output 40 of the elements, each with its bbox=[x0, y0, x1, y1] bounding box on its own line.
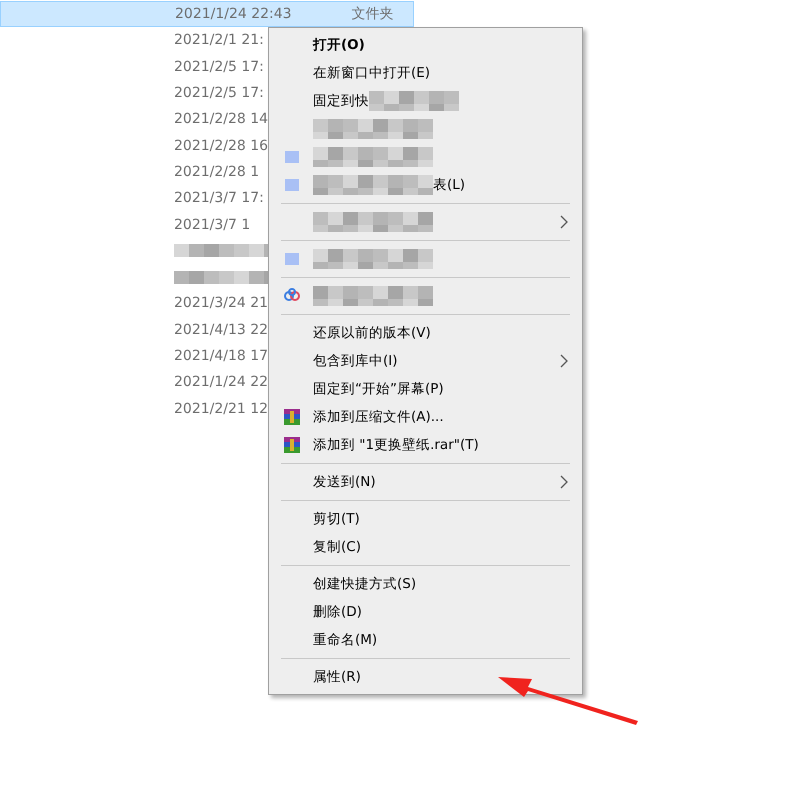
date-modified: 2021/4/13 22 bbox=[174, 322, 268, 338]
square-icon bbox=[283, 176, 301, 194]
square-icon bbox=[283, 250, 301, 268]
menu-item[interactable]: 添加到压缩文件(A)... bbox=[269, 403, 582, 431]
menu-item[interactable]: 复制(C) bbox=[269, 533, 582, 561]
menu-item[interactable]: 包含到库中(I) bbox=[269, 347, 582, 375]
menu-item[interactable]: 属性(R) bbox=[269, 663, 582, 691]
menu-item[interactable]: 还原以前的版本(V) bbox=[269, 319, 582, 347]
books-icon bbox=[283, 436, 301, 454]
date-modified: 2021/1/24 22 bbox=[174, 374, 268, 390]
menu-item[interactable]: 删除(D) bbox=[269, 598, 582, 626]
menu-item[interactable]: 固定到快 bbox=[313, 92, 369, 110]
date-modified: 2021/3/24 21 bbox=[174, 295, 268, 312]
menu-item[interactable]: 表(L) bbox=[433, 176, 466, 194]
chevron-icon bbox=[560, 215, 568, 229]
menu-item[interactable]: 固定到“开始”屏幕(P) bbox=[269, 375, 582, 403]
date-modified: 2021/3/7 17: bbox=[174, 190, 264, 206]
date-modified: 2021/1/24 22:43 bbox=[175, 6, 292, 22]
date-modified: 2021/2/28 1 bbox=[174, 164, 260, 180]
square-icon bbox=[283, 148, 301, 166]
date-modified: 2021/3/7 1 bbox=[174, 216, 250, 233]
menu-item[interactable]: 打开(O) bbox=[269, 31, 582, 59]
menu-item[interactable]: 剪切(T) bbox=[269, 505, 582, 533]
menu-item[interactable]: 添加到 "1更换壁纸.rar"(T) bbox=[269, 431, 582, 459]
date-modified: 2021/2/1 21: bbox=[174, 32, 264, 48]
date-modified: 2021/2/21 12 bbox=[174, 400, 268, 417]
chevron-icon bbox=[560, 475, 568, 489]
date-modified: 2021/2/5 17: bbox=[174, 85, 264, 102]
date-modified: 2021/2/5 17: bbox=[174, 58, 264, 75]
menu-item[interactable]: 在新窗口中打开(E) bbox=[269, 59, 582, 87]
chevron-icon bbox=[560, 354, 568, 368]
books-icon bbox=[283, 408, 301, 426]
date-modified: 2021/2/28 16 bbox=[174, 138, 268, 154]
file-type: 文件夹 bbox=[352, 5, 394, 24]
selected-row[interactable]: 2021/1/24 22:43 文件夹 bbox=[0, 1, 414, 28]
menu-item[interactable]: 重命名(M) bbox=[269, 626, 582, 654]
menu-item[interactable]: 发送到(N) bbox=[269, 468, 582, 496]
date-modified: 2021/2/28 14 bbox=[174, 111, 268, 128]
date-modified: 2021/4/18 17 bbox=[174, 348, 268, 364]
menu-item[interactable]: 创建快捷方式(S) bbox=[269, 570, 582, 598]
